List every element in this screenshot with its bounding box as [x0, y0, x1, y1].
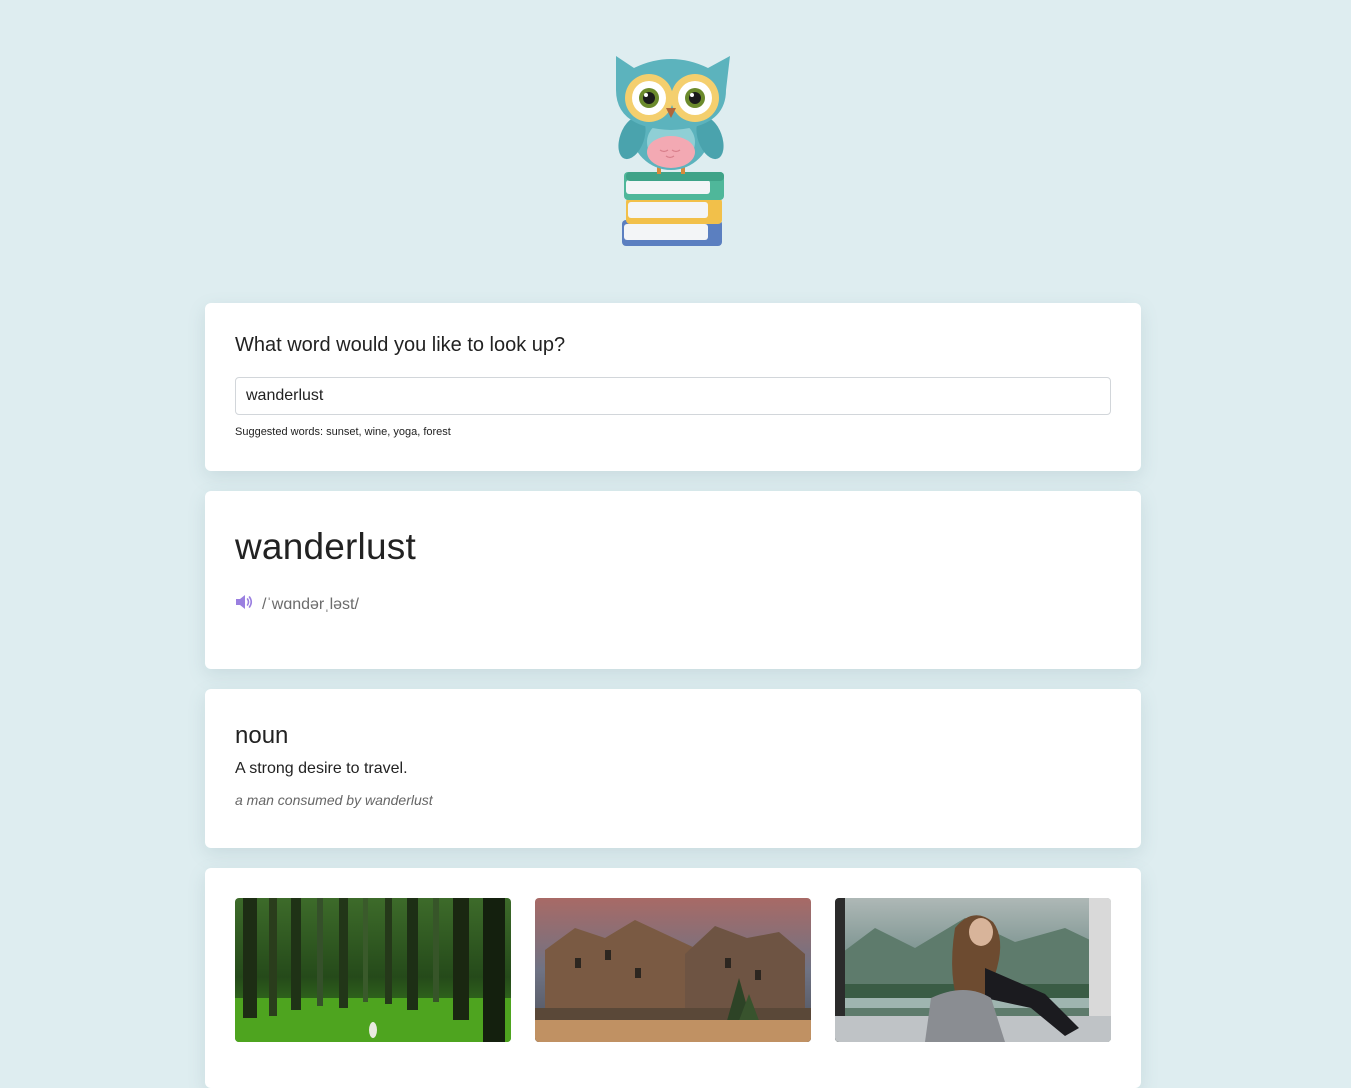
example-text: a man consumed by wanderlust — [235, 792, 433, 808]
old-town-photo[interactable] — [535, 898, 811, 1042]
definition-card: noun A strong desire to travel. a man co… — [205, 689, 1141, 848]
phonetic-text: /ˈwɑndərˌləst/ — [262, 595, 359, 613]
woman-at-window-photo[interactable] — [835, 898, 1111, 1042]
photo-grid — [235, 898, 1111, 1042]
phonetic-row: /ˈwɑndərˌləst/ — [235, 594, 1111, 615]
suggested-words: Suggested words: sunset, wine, yoga, for… — [235, 426, 451, 438]
word-card: wanderlust /ˈwɑndərˌləst/ — [205, 491, 1141, 669]
part-of-speech: noun — [235, 722, 289, 749]
forest-photo[interactable] — [235, 898, 511, 1042]
word-title: wanderlust — [235, 526, 416, 567]
search-prompt: What word would you like to look up? — [235, 334, 566, 356]
photos-card — [205, 868, 1141, 1088]
speaker-icon[interactable] — [235, 594, 262, 615]
search-card: What word would you like to look up? Sug… — [205, 303, 1141, 471]
definition-text: A strong desire to travel. — [235, 760, 408, 777]
search-input[interactable] — [235, 377, 1111, 415]
owl-logo — [612, 50, 734, 254]
